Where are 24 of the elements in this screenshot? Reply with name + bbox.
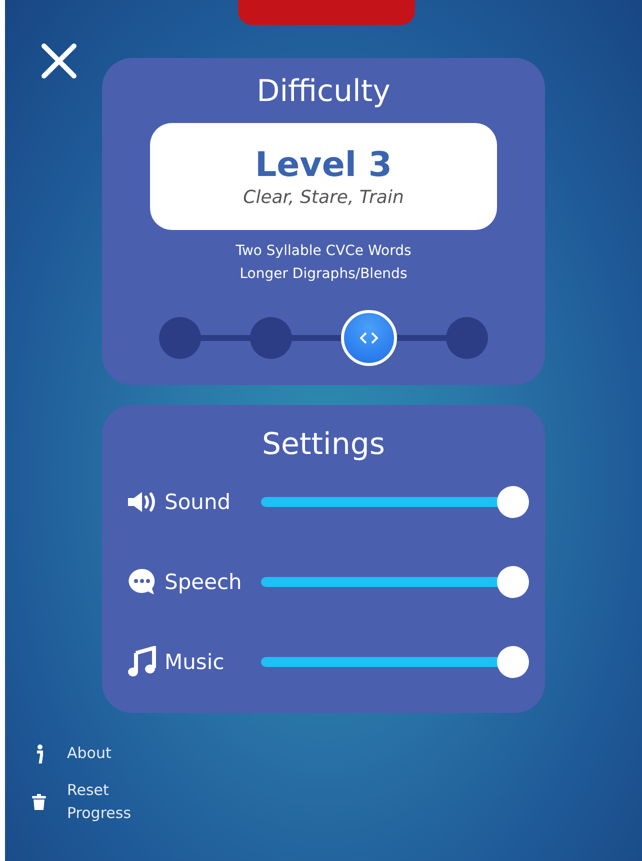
volume-slider[interactable] (260, 484, 528, 520)
setting-label: Sound (164, 490, 232, 514)
panel-title: Difficulty (256, 74, 390, 109)
level-description: Two Syllable CVCe Words (236, 242, 412, 261)
slider-thumb[interactable] (496, 566, 528, 598)
menu-link[interactable]: About (67, 742, 137, 765)
chevrons-icon (360, 332, 378, 344)
level-description: Longer Digraphs/Blends (240, 265, 408, 284)
volume-slider[interactable] (260, 644, 528, 680)
slider-thumb[interactable] (496, 646, 528, 678)
info-icon (35, 744, 43, 764)
example-words: Clear, Stare, Train (243, 187, 404, 208)
level-name: Level 3 (254, 145, 392, 185)
menu-link[interactable]: Reset Progress (67, 779, 137, 825)
music-note-icon (126, 646, 156, 678)
panel-title: Settings (262, 427, 386, 462)
setting-label: Music (164, 650, 226, 674)
speaker-icon (126, 490, 158, 514)
trash-icon (32, 794, 46, 810)
setting-label: Speech (164, 570, 243, 594)
close-icon[interactable] (41, 43, 77, 79)
slider-thumb[interactable] (496, 486, 528, 518)
volume-slider[interactable] (260, 564, 528, 600)
speech-bubble-icon (126, 567, 156, 597)
